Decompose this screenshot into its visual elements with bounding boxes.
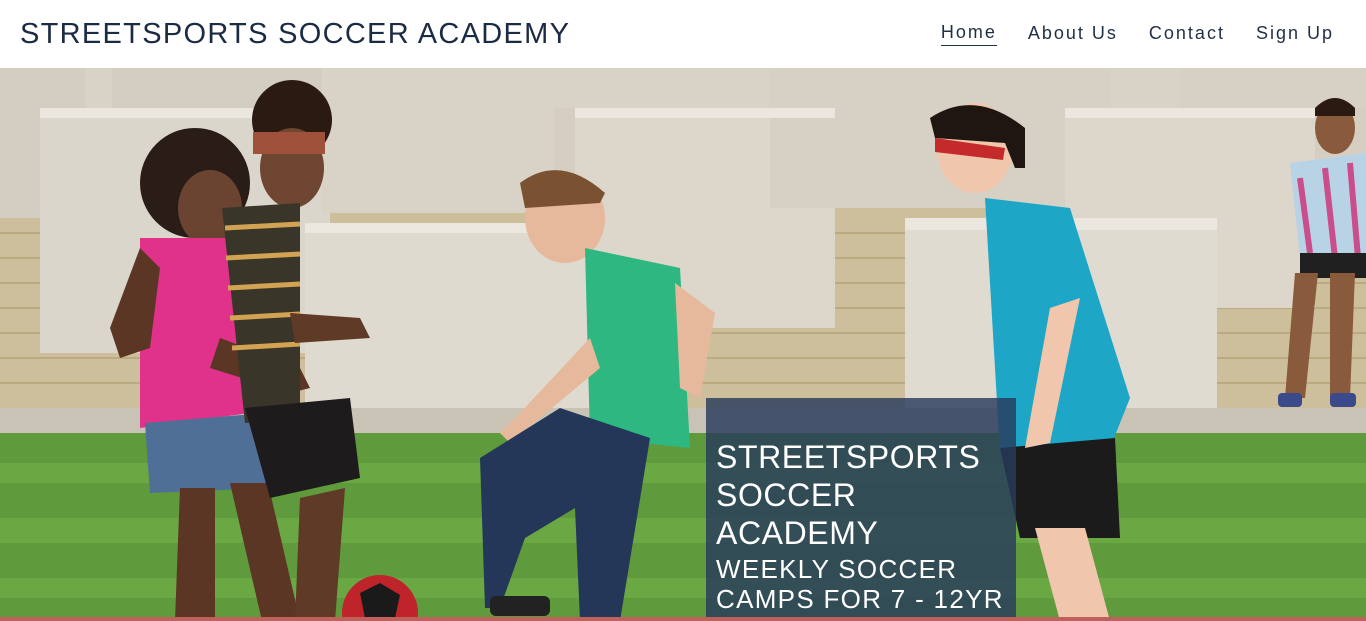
main-nav: Home About Us Contact Sign Up (940, 22, 1346, 46)
site-title[interactable]: STREETSPORTS SOCCER ACADEMY (20, 18, 570, 51)
hero-caption: STREETSPORTS SOCCER ACADEMY WEEKLY SOCCE… (706, 398, 1016, 621)
bottom-accent-bar (0, 617, 1366, 621)
nav-contact-link[interactable]: Contact (1149, 23, 1225, 46)
nav-home-link[interactable]: Home (940, 22, 997, 46)
hero-caption-subtitle: WEEKLY SOCCER CAMPS FOR 7 - 12YR OLDS (716, 554, 1004, 621)
nav-signup-link[interactable]: Sign Up (1256, 23, 1334, 46)
hero-section: STREETSPORTS SOCCER ACADEMY WEEKLY SOCCE… (0, 68, 1366, 621)
nav-about-link[interactable]: About Us (1028, 23, 1118, 46)
hero-image (0, 68, 1366, 621)
site-header: STREETSPORTS SOCCER ACADEMY Home About U… (0, 0, 1366, 68)
hero-caption-title: STREETSPORTS SOCCER ACADEMY (716, 439, 981, 551)
